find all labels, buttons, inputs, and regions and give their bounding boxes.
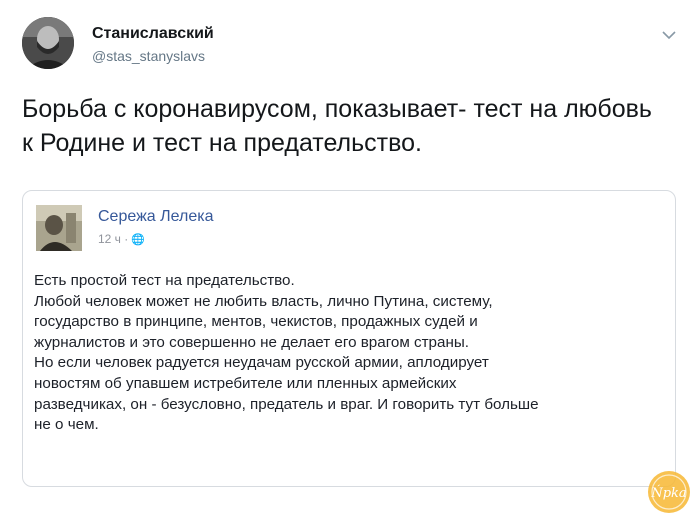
svg-text:Ńpka: Ńpka	[650, 484, 686, 501]
post-line: разведчиках, он - безусловно, предатель …	[34, 395, 539, 413]
author-avatar[interactable]	[22, 17, 74, 69]
post-line: Есть простой тест на предательство.	[34, 272, 295, 289]
post-line: Но если человек радуется неудачам русско…	[34, 354, 489, 372]
tweet: Станиславский @stas_stanyslavs Борьба с …	[0, 0, 700, 525]
globe-icon: 🌐	[131, 234, 145, 246]
post-line: новостям об упавшем истребителе или плен…	[34, 374, 457, 392]
watermark-logo: Ńpka	[646, 469, 692, 515]
author-handle[interactable]: @stas_stanyslavs	[92, 48, 205, 64]
post-meta: 12 ч · 🌐	[98, 232, 145, 246]
post-time[interactable]: 12 ч ·	[98, 232, 128, 246]
tweet-text: Борьба с коронавирусом, показывает- тест…	[22, 95, 652, 157]
post-text: Есть простой тест на предательство. Любо…	[34, 271, 662, 436]
post-author-name[interactable]: Сережа Лелека	[98, 208, 213, 226]
chevron-down-icon[interactable]	[661, 28, 677, 40]
author-name[interactable]: Станиславский	[92, 25, 214, 43]
embedded-post-card[interactable]: Сережа Лелека 12 ч · 🌐 Есть простой тест …	[22, 190, 676, 487]
post-author-avatar[interactable]	[36, 205, 82, 251]
post-line: Любой человек может не любить власть, ли…	[34, 292, 493, 310]
post-line: не о чем.	[34, 416, 99, 434]
post-line: государство в принципе, ментов, чекистов…	[34, 313, 478, 331]
post-line: журналистов и это совершенно не делает е…	[34, 333, 469, 351]
